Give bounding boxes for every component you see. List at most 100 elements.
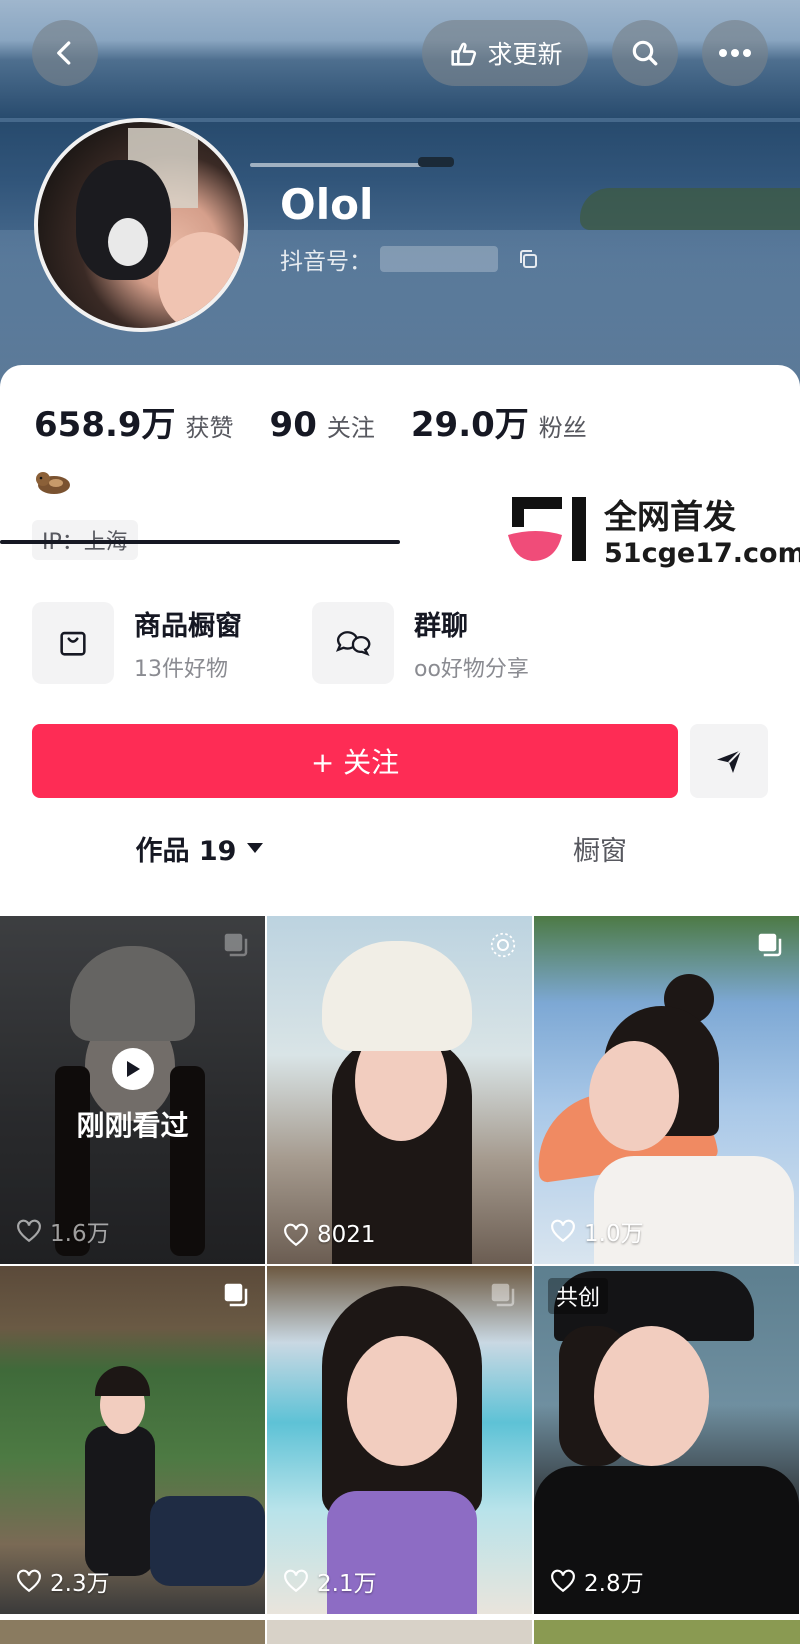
group-icon-box <box>312 602 394 684</box>
tile-likes-count: 1.0万 <box>584 1221 644 1247</box>
watermark-logo-icon <box>508 496 586 561</box>
send-message-button[interactable] <box>690 724 768 798</box>
shop-icon-box <box>32 602 114 684</box>
tile-face <box>347 1336 457 1466</box>
video-tile[interactable]: 2.3万 <box>0 1266 265 1614</box>
multi-image-icon <box>224 1283 248 1307</box>
heart-icon <box>17 1219 41 1243</box>
recently-viewed-badge: 刚刚看过 <box>0 1048 265 1144</box>
tile-cushion <box>150 1496 265 1586</box>
douyin-id-row: 抖音号： <box>280 242 540 276</box>
heart-icon <box>551 1219 575 1243</box>
watermark: 全网首发 51cge17.com <box>506 490 800 569</box>
video-tile[interactable]: 1.0万 <box>534 916 799 1264</box>
stat-followers-num: 29.0万 <box>410 405 529 445</box>
back-button[interactable] <box>32 20 98 86</box>
multi-image-icon <box>758 933 782 957</box>
live-photo-icon <box>490 932 516 958</box>
profile-tabs: 作品 19 橱窗 <box>0 813 800 883</box>
tile-hair <box>95 1366 150 1396</box>
tile-likes-count: 8021 <box>317 1222 376 1248</box>
tab-works-label: 作品 19 <box>135 835 237 867</box>
search-button[interactable] <box>612 20 678 86</box>
banner-boat-wake <box>250 163 440 167</box>
video-tile[interactable]: 2.1万 <box>267 1266 532 1614</box>
copy-icon[interactable] <box>516 247 540 271</box>
stat-likes-label: 获赞 <box>185 414 234 442</box>
shopping-bag-icon <box>60 631 86 656</box>
play-icon <box>111 1048 154 1090</box>
douyin-id-redacted <box>380 246 498 272</box>
co-create-badge: 共创 <box>548 1278 609 1314</box>
tile-likes: 1.0万 <box>550 1214 644 1248</box>
chevron-left-icon <box>57 41 71 65</box>
group-entry-text: 群聊 oo好物分享 <box>414 604 529 683</box>
tile-likes: 2.1万 <box>283 1564 377 1598</box>
avatar-face <box>158 232 244 328</box>
tile-likes-count: 2.1万 <box>317 1571 377 1597</box>
tile-likes-count: 2.3万 <box>50 1571 110 1597</box>
stat-following-num: 90 <box>269 405 317 445</box>
heart-icon <box>284 1223 308 1247</box>
tile-face <box>594 1326 709 1466</box>
video-tile[interactable]: 刚刚看过 1.6万 <box>0 916 265 1264</box>
douyin-id-label: 抖音号： <box>280 249 372 275</box>
stat-followers[interactable]: 29.0万 粉丝 <box>411 397 587 446</box>
video-tile-partial[interactable] <box>0 1620 265 1644</box>
tab-showcase-label: 橱窗 <box>573 835 627 867</box>
follow-button[interactable]: + 关注 <box>32 724 678 798</box>
follow-label: + 关注 <box>310 746 400 779</box>
tile-likes-count: 2.8万 <box>584 1571 644 1597</box>
tile-likes: 2.8万 <box>550 1564 644 1598</box>
avatar[interactable] <box>34 118 248 332</box>
recently-viewed-text: 刚刚看过 <box>76 1109 189 1142</box>
group-entry-title: 群聊 <box>414 610 468 642</box>
shop-entry-text: 商品橱窗 13件好物 <box>134 604 242 683</box>
video-tile-partial[interactable] <box>534 1620 800 1644</box>
stat-likes[interactable]: 658.9万 获赞 <box>34 397 234 446</box>
search-icon <box>632 40 658 66</box>
stats-row: 658.9万 获赞 90 关注 29.0万 粉丝 <box>34 397 623 446</box>
heart-icon <box>284 1569 308 1593</box>
multi-image-icon <box>224 933 248 957</box>
watermark-line2: 51cge17.com <box>604 538 800 569</box>
caret-down-icon <box>247 843 264 853</box>
tile-likes: 8021 <box>283 1222 376 1248</box>
multi-image-icon <box>491 1283 515 1307</box>
banner-boat <box>418 157 454 167</box>
more-button[interactable] <box>702 20 768 86</box>
request-update-button[interactable]: 求更新 <box>422 20 588 86</box>
banner-foliage <box>580 188 800 230</box>
username: Olol <box>280 180 374 229</box>
request-update-label: 求更新 <box>487 40 563 69</box>
shop-entry-title: 商品橱窗 <box>134 610 242 642</box>
avatar-cat-chest <box>108 218 148 266</box>
group-chat-entry[interactable]: 群聊 oo好物分享 <box>312 602 529 684</box>
watermark-text: 全网首发 51cge17.com <box>604 490 800 569</box>
tile-body <box>85 1426 155 1576</box>
stat-following[interactable]: 90 关注 <box>270 405 375 445</box>
hand-point-icon <box>451 42 477 66</box>
shop-window-entry[interactable]: 商品橱窗 13件好物 <box>32 602 242 684</box>
grid-next-row <box>0 1620 800 1644</box>
video-tile-partial[interactable] <box>267 1620 532 1644</box>
shop-entry-sub: 13件好物 <box>134 656 228 682</box>
video-tile[interactable]: 8021 <box>267 916 532 1264</box>
stat-likes-num: 658.9万 <box>34 405 176 445</box>
otter-emoji-icon <box>36 472 70 494</box>
tile-likes-count: 1.6万 <box>50 1221 110 1247</box>
chat-bubbles-icon <box>335 631 371 656</box>
tab-works[interactable]: 作品 19 <box>0 813 400 883</box>
active-tab-indicator <box>0 540 400 544</box>
tab-showcase[interactable]: 橱窗 <box>400 813 800 883</box>
more-dots-icon <box>719 49 751 57</box>
send-arrow-icon <box>717 749 742 773</box>
tile-face <box>589 1041 679 1151</box>
tile-likes: 2.3万 <box>16 1564 110 1598</box>
watermark-line1: 全网首发 <box>604 497 736 536</box>
stat-following-label: 关注 <box>326 414 375 442</box>
stat-followers-label: 粉丝 <box>538 414 587 442</box>
tile-bucket-hat <box>322 941 472 1051</box>
video-tile[interactable]: 共创 2.8万 <box>534 1266 799 1614</box>
heart-icon <box>17 1569 41 1593</box>
